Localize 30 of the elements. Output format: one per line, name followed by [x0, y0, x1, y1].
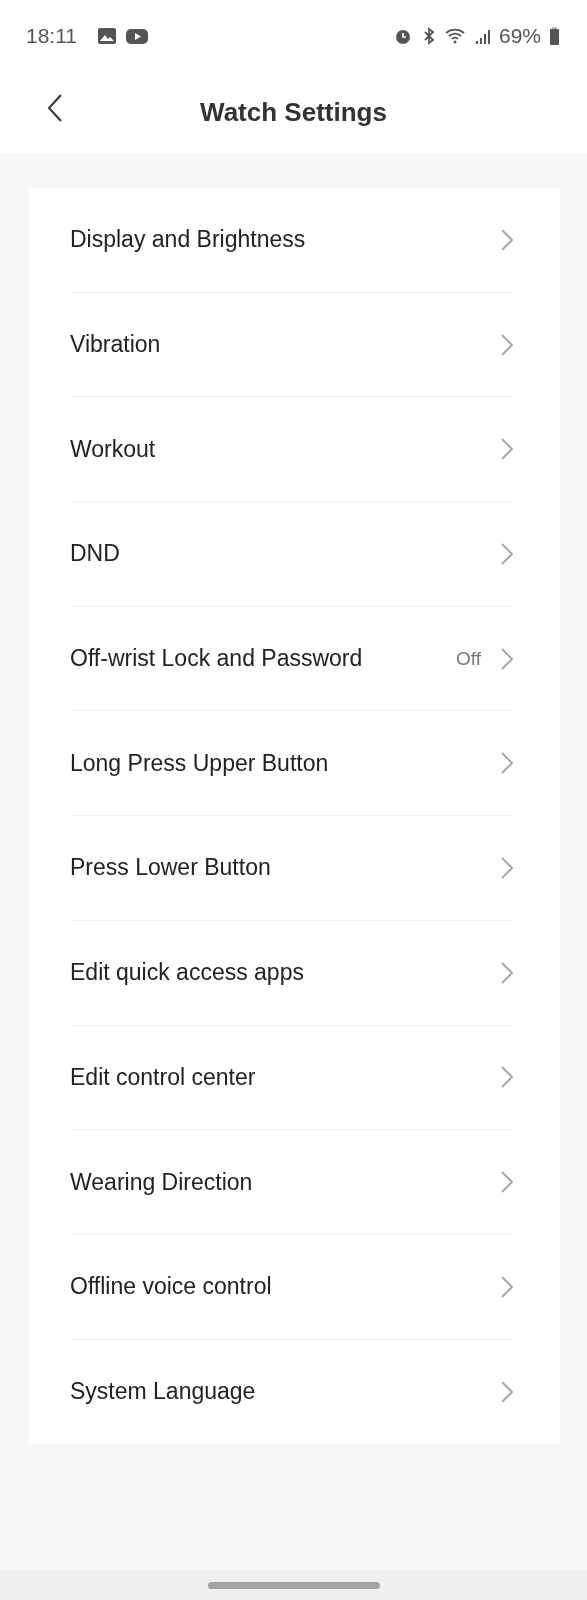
settings-item[interactable]: Long Press Upper Button — [70, 711, 513, 817]
image-icon — [97, 25, 117, 46]
chevron-right-icon — [501, 228, 513, 251]
status-time: 18:11 — [26, 23, 77, 48]
chevron-right-icon — [501, 961, 513, 984]
chevron-left-icon — [47, 93, 63, 123]
battery-icon — [549, 25, 561, 46]
settings-item[interactable]: System Language — [70, 1339, 513, 1445]
chevron-right-icon — [501, 1171, 513, 1194]
settings-item[interactable]: Workout — [70, 397, 513, 503]
chevron-right-icon — [501, 333, 513, 356]
chevron-right-icon — [501, 1380, 513, 1403]
chevron-right-icon — [501, 438, 513, 461]
settings-item[interactable]: Wearing Direction — [70, 1130, 513, 1235]
chevron-right-icon — [501, 856, 513, 879]
page-title: Watch Settings — [200, 96, 387, 128]
battery-percent: 69% — [498, 23, 541, 48]
chevron-right-icon — [501, 752, 513, 775]
chevron-right-icon — [501, 647, 513, 670]
settings-item[interactable]: Display and Brightness — [70, 188, 513, 293]
chevron-right-icon — [501, 542, 513, 565]
settings-item[interactable]: Off-wrist Lock and Password Off — [70, 606, 513, 712]
settings-item[interactable]: Offline voice control — [70, 1234, 513, 1340]
settings-item[interactable]: Edit control center — [70, 1025, 513, 1131]
settings-item[interactable]: DND — [70, 502, 513, 607]
settings-item[interactable]: Edit quick access apps — [70, 920, 513, 1026]
chevron-right-icon — [501, 1066, 513, 1089]
settings-item[interactable]: Press Lower Button — [70, 816, 513, 921]
settings-item[interactable]: Vibration — [70, 292, 513, 398]
chevron-right-icon — [501, 1275, 513, 1298]
